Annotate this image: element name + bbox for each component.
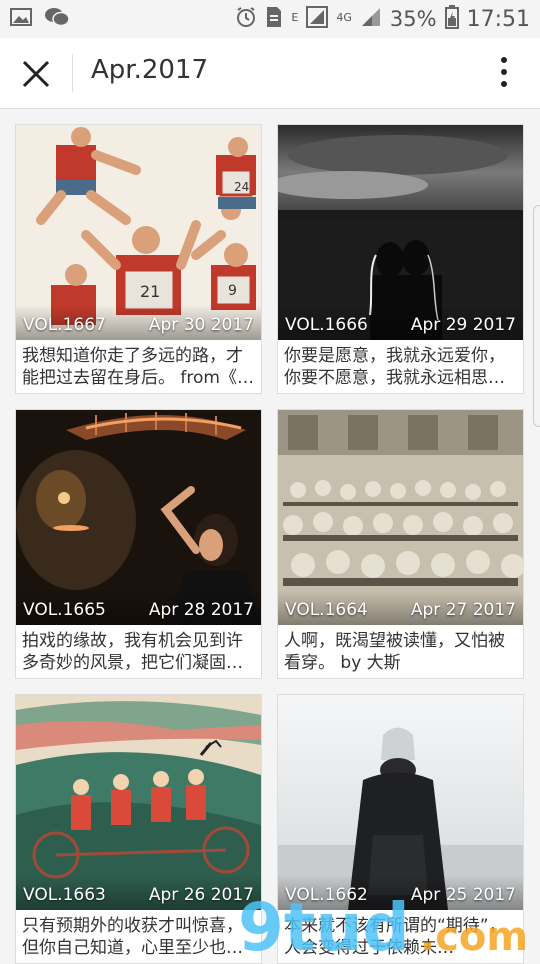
file-icon xyxy=(265,6,283,33)
date-label: Apr 30 2017 xyxy=(148,315,254,335)
network-type-label: E xyxy=(291,10,299,24)
volume-label: VOL.1664 xyxy=(285,600,368,620)
page-title: Apr.2017 xyxy=(91,55,209,85)
card-excerpt: 人啊，既渴望被读懂，又怕被看穿。 by 大斯 xyxy=(284,631,505,673)
signal-type-label: 4G xyxy=(336,10,352,24)
header-divider xyxy=(72,54,73,92)
article-card[interactable]: VOL.1666 Apr 29 2017 你要是愿意，我就永远爱你，你要不愿意，… xyxy=(277,124,524,394)
card-excerpt: 拍戏的缘故，我有机会见到许多奇妙的风景，把它们凝固… xyxy=(22,631,243,673)
card-excerpt: 只有预期外的收获才叫惊喜，但你自己知道，心里至少也… xyxy=(22,916,243,958)
battery-percent: 35% xyxy=(389,7,437,31)
date-label: Apr 29 2017 xyxy=(410,315,516,335)
signal-icon xyxy=(306,5,329,33)
volume-label: VOL.1667 xyxy=(23,315,106,335)
close-icon xyxy=(22,60,50,88)
volume-label: VOL.1665 xyxy=(23,600,106,620)
monthly-grid: 24 21 9 VOL.1667 Apr 30 2017 我想知道你走了多远的路… xyxy=(15,124,525,964)
volume-label: VOL.1663 xyxy=(23,885,106,905)
clock: 17:51 xyxy=(466,6,530,32)
status-bar: E 4G 35% 17:51 xyxy=(0,0,540,38)
article-card[interactable]: 24 21 9 VOL.1667 Apr 30 2017 我想知道你走了多远的路… xyxy=(15,124,262,394)
close-button[interactable] xyxy=(18,56,54,92)
more-options-button[interactable] xyxy=(492,54,516,94)
card-excerpt: 你要是愿意，我就永远爱你，你要不愿意，我就永远相思… xyxy=(284,346,505,388)
date-label: Apr 25 2017 xyxy=(410,885,516,905)
alarm-icon xyxy=(235,6,257,33)
article-card[interactable]: VOL.1664 Apr 27 2017 人啊，既渴望被读懂，又怕被看穿。 by… xyxy=(277,409,524,679)
article-card[interactable]: VOL.1663 Apr 26 2017 只有预期外的收获才叫惊喜，但你自己知道… xyxy=(15,694,262,964)
battery-icon xyxy=(444,4,459,34)
article-card[interactable]: VOL.1665 Apr 28 2017 拍戏的缘故，我有机会见到许多奇妙的风景… xyxy=(15,409,262,679)
svg-text:24: 24 xyxy=(234,180,249,194)
wechat-icon xyxy=(44,7,70,32)
svg-text:21: 21 xyxy=(140,282,160,301)
edge-panel-handle[interactable] xyxy=(533,205,540,427)
article-card[interactable]: VOL.1662 Apr 25 2017 本来就不该有所谓的“期待”，人会变得过… xyxy=(277,694,524,964)
card-excerpt: 我想知道你走了多远的路，才能把过去留在身后。 from《… xyxy=(22,346,254,388)
volume-label: VOL.1666 xyxy=(285,315,368,335)
svg-text:9: 9 xyxy=(228,283,237,299)
signal-bars-icon xyxy=(360,6,382,33)
gallery-icon xyxy=(10,7,32,31)
date-label: Apr 26 2017 xyxy=(148,885,254,905)
more-vertical-icon xyxy=(501,57,507,87)
date-label: Apr 27 2017 xyxy=(410,600,516,620)
date-label: Apr 28 2017 xyxy=(148,600,254,620)
volume-label: VOL.1662 xyxy=(285,885,368,905)
app-bar: Apr.2017 xyxy=(0,38,540,109)
card-excerpt: 本来就不该有所谓的“期待”，人会变得过于依赖未… xyxy=(284,916,506,958)
